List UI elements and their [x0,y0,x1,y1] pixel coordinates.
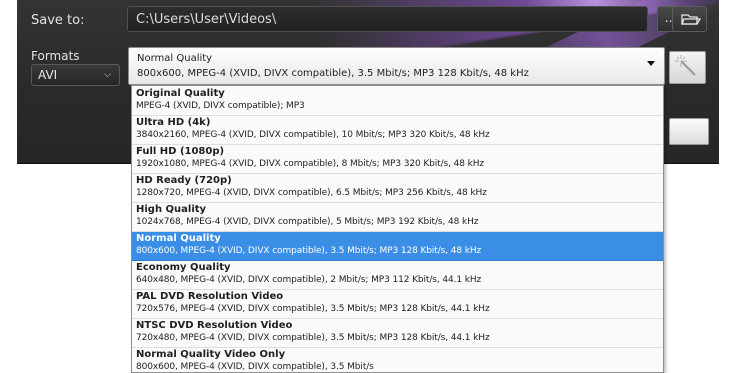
quality-option[interactable]: Economy Quality 640x480, MPEG-4 (XVID, DI… [132,261,663,290]
quality-select-name: Normal Quality [137,53,213,64]
quality-option-desc: 1024x768, MPEG-4 (XVID, DIVX compatible)… [136,217,479,227]
quality-option[interactable]: Normal Quality 800x600, MPEG-4 (XVID, DIV… [132,232,663,261]
quality-dropdown-list[interactable]: Original Quality MPEG-4 (XVID, DIVX compa… [131,85,664,373]
quality-option[interactable]: HD Ready (720p) 1280x720, MPEG-4 (XVID, D… [132,174,663,203]
quality-option-desc: 800x600, MPEG-4 (XVID, DIVX compatible),… [136,362,374,372]
format-select[interactable]: AVI ⌵ [31,64,120,86]
quality-option-desc: 1920x1080, MPEG-4 (XVID, DIVX compatible… [136,159,485,169]
quality-option-name: NTSC DVD Resolution Video [136,320,293,331]
quality-option-desc: MPEG-4 (XVID, DIVX compatible); MP3 [136,101,305,111]
quality-option-desc: 640x480, MPEG-4 (XVID, DIVX compatible),… [136,275,482,285]
side-button[interactable] [669,118,709,145]
quality-select[interactable]: Normal Quality 800x600, MPEG-4 (XVID, DI… [128,47,665,85]
quality-option-name: High Quality [136,204,207,215]
quality-option-name: Normal Quality Video Only [136,349,286,360]
quality-option[interactable]: NTSC DVD Resolution Video 720x480, MPEG-4… [132,319,663,348]
quality-option[interactable]: Normal Quality Video Only 800x600, MPEG-4… [132,348,663,372]
quality-option-name: Ultra HD (4k) [136,117,211,128]
save-path-field[interactable]: C:\Users\User\Videos\ [127,6,648,32]
quality-option-desc: 1280x720, MPEG-4 (XVID, DIVX compatible)… [136,188,487,198]
format-value: AVI [38,68,58,82]
quality-option-desc: 3840x2160, MPEG-4 (XVID, DIVX compatible… [136,130,490,140]
quality-option-desc: 720x576, MPEG-4 (XVID, DIVX compatible),… [136,304,490,314]
quality-option-name: Original Quality [136,88,225,99]
quality-option[interactable]: Original Quality MPEG-4 (XVID, DIVX compa… [132,87,663,116]
save-to-label: Save to: [31,13,85,28]
quality-option-name: Normal Quality [136,233,221,244]
folder-open-icon [681,14,702,25]
quality-option-desc: 720x480, MPEG-4 (XVID, DIVX compatible),… [136,333,490,343]
formats-label: Formats [31,49,80,63]
quality-option-name: Economy Quality [136,262,231,273]
dropdown-arrow-icon [647,61,655,66]
edit-profile-button[interactable] [669,51,706,84]
quality-option[interactable]: Ultra HD (4k) 3840x2160, MPEG-4 (XVID, DI… [132,116,663,145]
chevron-down-icon: ⌵ [104,70,111,80]
quality-option-name: Full HD (1080p) [136,146,225,157]
quality-option-name: PAL DVD Resolution Video [136,291,284,302]
quality-option[interactable]: PAL DVD Resolution Video 720x576, MPEG-4 … [132,290,663,319]
magic-wand-icon [675,55,696,76]
quality-option[interactable]: Full HD (1080p) 1920x1080, MPEG-4 (XVID, … [132,145,663,174]
open-folder-button[interactable] [672,6,707,32]
quality-option[interactable]: High Quality 1024x768, MPEG-4 (XVID, DIVX… [132,203,663,232]
quality-select-desc: 800x600, MPEG-4 (XVID, DIVX compatible),… [137,68,529,79]
quality-option-desc: 800x600, MPEG-4 (XVID, DIVX compatible),… [136,246,482,256]
quality-option-name: HD Ready (720p) [136,175,232,186]
